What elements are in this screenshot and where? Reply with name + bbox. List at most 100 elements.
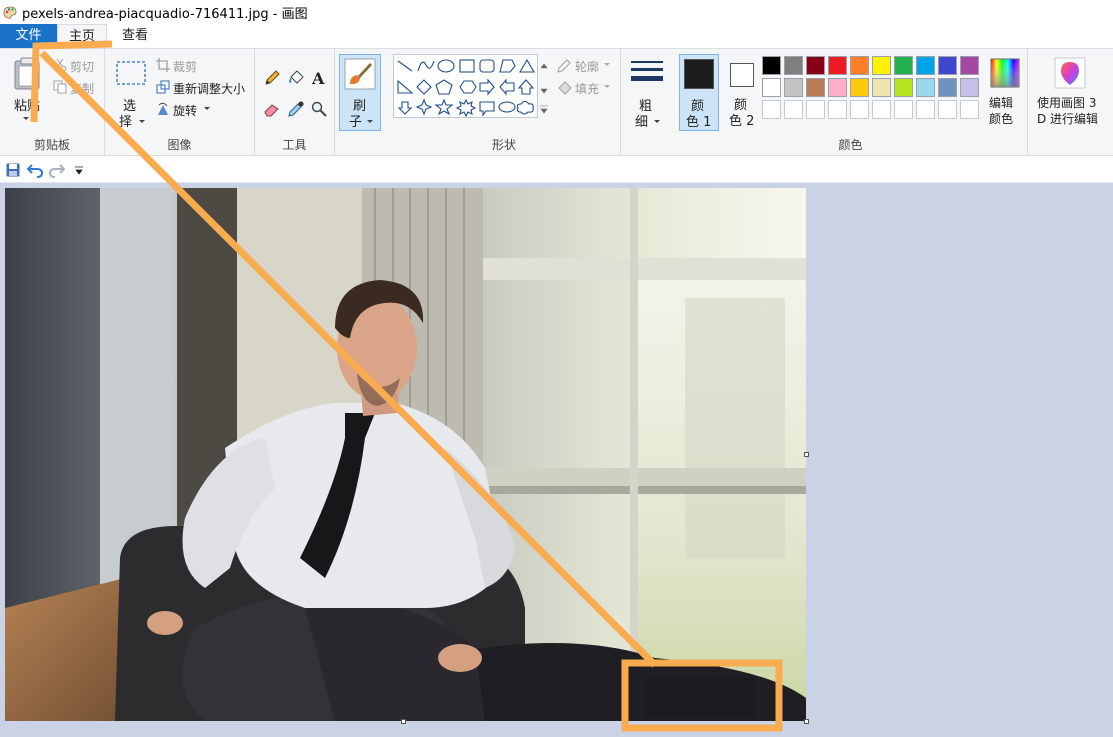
shapes-scroll[interactable] [538, 54, 550, 118]
resize-handle-bottom[interactable] [401, 719, 406, 724]
save-icon[interactable] [6, 163, 20, 177]
palette-swatch[interactable] [894, 78, 913, 97]
palette-swatch[interactable] [938, 100, 957, 119]
color-picker-icon[interactable] [287, 100, 305, 118]
photo-man-by-window [5, 188, 806, 721]
paste-button[interactable]: 粘贴 [6, 53, 46, 129]
title-bar: pexels-andrea-piacquadio-716411.jpg - 画图 [0, 0, 1113, 24]
palette-swatch[interactable] [762, 100, 781, 119]
brush-label-2: 子 [349, 115, 363, 130]
palette-swatch[interactable] [828, 56, 847, 75]
chevron-down-icon [604, 63, 610, 66]
palette-swatch[interactable] [872, 100, 891, 119]
ribbon-tabs: 文件 主页 查看 [0, 24, 1113, 49]
palette-swatch[interactable] [784, 78, 803, 97]
palette-swatch[interactable] [960, 56, 979, 75]
undo-icon[interactable] [27, 162, 43, 178]
text-icon[interactable]: A [310, 69, 328, 87]
ribbon: 粘贴 剪切 复制 剪贴板 选 择 裁剪 重新调整大小 旋转 图像 A 工具 刷 … [0, 48, 1113, 156]
redo-icon[interactable] [49, 162, 65, 178]
colors-group-label: 颜色 [838, 138, 863, 152]
tab-file[interactable]: 文件 [0, 24, 57, 48]
shapes-gallery[interactable] [393, 54, 538, 118]
palette-swatch[interactable] [938, 56, 957, 75]
chevron-down-icon [654, 120, 660, 123]
line-weights-icon [631, 61, 663, 81]
color1-swatch [684, 59, 714, 89]
palette-swatch[interactable] [850, 56, 869, 75]
scroll-arrows-icon [540, 63, 548, 114]
tools-group-label: 工具 [282, 138, 307, 152]
color1-button[interactable]: 颜 色 1 [679, 54, 719, 131]
palette-swatch[interactable] [916, 56, 935, 75]
customize-toolbar-icon[interactable] [74, 166, 84, 176]
palette-swatch[interactable] [850, 100, 869, 119]
palette-swatch[interactable] [850, 78, 869, 97]
palette-swatch[interactable] [806, 78, 825, 97]
edit-colors-label-1: 编辑 [989, 96, 1014, 110]
palette-swatch[interactable] [806, 56, 825, 75]
rotate-icon [158, 102, 168, 115]
copy-button[interactable]: 复制 [70, 80, 94, 97]
palette-swatch[interactable] [762, 56, 781, 75]
canvas-workarea [0, 183, 1113, 737]
clipboard-group-label: 剪贴板 [33, 138, 70, 152]
tab-view[interactable]: 查看 [110, 24, 160, 48]
palette-swatch[interactable] [872, 56, 891, 75]
watermark-region [645, 678, 755, 718]
crop-icon [156, 58, 170, 72]
cut-button[interactable]: 剪切 [70, 58, 94, 75]
chevron-down-icon [604, 85, 610, 88]
image-canvas[interactable] [5, 188, 806, 721]
fill-button[interactable]: 填充 [575, 80, 599, 97]
eraser-icon[interactable] [263, 100, 281, 118]
palette-swatch[interactable] [960, 100, 979, 119]
color2-button[interactable]: 颜 色 2 [722, 54, 762, 131]
chevron-down-icon [23, 117, 29, 120]
edit-with-paint3d-button[interactable]: 使用画图 3 D 进行编辑 [1032, 54, 1108, 131]
palette-swatch[interactable] [960, 78, 979, 97]
paint-app-icon [3, 6, 17, 19]
color-wheel-icon [990, 58, 1020, 88]
paste-label: 粘贴 [14, 99, 41, 114]
palette-swatch[interactable] [762, 78, 781, 97]
color2-swatch [730, 63, 754, 87]
svg-text:A: A [311, 69, 325, 87]
clipboard-icon [14, 57, 40, 90]
shapes-group-label: 形状 [491, 138, 516, 152]
colors-group: 颜 色 1 颜 色 2 编辑 颜色 颜色 [674, 49, 1028, 155]
select-button[interactable]: 选 择 [111, 53, 151, 130]
palette-swatch[interactable] [828, 100, 847, 119]
palette-swatch[interactable] [938, 78, 957, 97]
clipboard-group: 粘贴 剪切 复制 剪贴板 [0, 49, 105, 155]
size-group: 粗 细 [621, 49, 674, 155]
fill-icon [558, 81, 572, 95]
crop-button[interactable]: 裁剪 [173, 58, 197, 75]
palette-swatch[interactable] [872, 78, 891, 97]
resize-handle-corner[interactable] [804, 719, 809, 724]
scissors-icon [53, 58, 67, 72]
palette-swatch[interactable] [828, 78, 847, 97]
quick-access-toolbar [0, 157, 1113, 183]
palette-swatch[interactable] [916, 100, 935, 119]
palette-swatch[interactable] [806, 100, 825, 119]
resize-button[interactable]: 重新调整大小 [173, 80, 245, 97]
color-palette [762, 56, 982, 122]
resize-handle-right[interactable] [804, 452, 809, 457]
palette-swatch[interactable] [894, 56, 913, 75]
fill-bucket-icon[interactable] [287, 69, 305, 87]
size-label-2: 细 [635, 115, 649, 130]
tab-home[interactable]: 主页 [57, 24, 107, 49]
palette-swatch[interactable] [784, 100, 803, 119]
tools-group: A 工具 [255, 49, 335, 155]
palette-swatch[interactable] [916, 78, 935, 97]
size-button[interactable]: 粗 细 [627, 53, 667, 130]
brushes-button[interactable]: 刷 子 [339, 54, 381, 131]
outline-button[interactable]: 轮廓 [575, 58, 599, 75]
pencil-icon[interactable] [263, 69, 281, 87]
palette-swatch[interactable] [784, 56, 803, 75]
magnifier-icon[interactable] [310, 100, 328, 118]
palette-swatch[interactable] [894, 100, 913, 119]
rotate-button[interactable]: 旋转 [173, 102, 197, 119]
edit-colors-button[interactable]: 编辑 颜色 [984, 54, 1026, 131]
